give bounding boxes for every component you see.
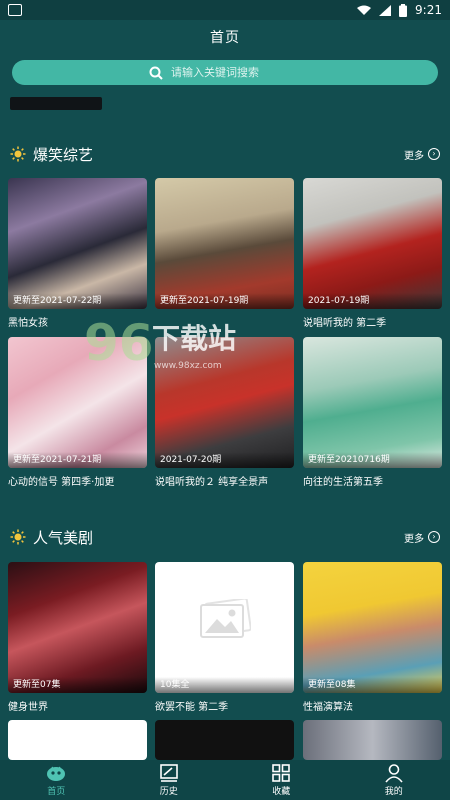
video-card[interactable]: 更新至2021-07-22期 黑怕女孩	[8, 178, 147, 329]
video-thumbnail	[303, 720, 442, 760]
video-thumbnail: 更新至07集	[8, 562, 147, 693]
episode-badge: 更新至08集	[303, 677, 442, 693]
history-icon	[159, 764, 178, 782]
video-thumbnail: 更新至2021-07-19期	[155, 178, 294, 309]
episode-badge: 更新至2021-07-19期	[155, 293, 294, 309]
banner-image[interactable]	[10, 97, 102, 110]
section-header-us-drama: 人气美剧 更多 ›	[0, 524, 450, 550]
status-bar: 9:21	[0, 0, 450, 20]
video-title: 说唱听我的 第二季	[303, 318, 387, 329]
video-card[interactable]: 更新至08集 性福演算法	[303, 562, 442, 713]
search-bar[interactable]	[12, 60, 438, 85]
chevron-right-icon: ›	[428, 148, 440, 160]
video-card[interactable]	[303, 720, 442, 760]
video-title: 性福演算法	[303, 702, 353, 713]
search-icon	[149, 66, 163, 80]
video-thumbnail: 更新至2021-07-21期	[8, 337, 147, 468]
status-time: 9:21	[415, 3, 442, 17]
video-card[interactable]: 更新至2021-07-21期 心动的信号 第四季·加更	[8, 337, 147, 488]
profile-icon	[385, 764, 403, 783]
video-thumbnail: 2021-07-20期	[155, 337, 294, 468]
episode-badge: 更新至07集	[8, 677, 147, 693]
video-card[interactable]: 更新至07集 健身世界	[8, 562, 147, 713]
video-card[interactable]: 2021-07-20期 说唱听我的２ 纯享全景声	[155, 337, 294, 488]
video-thumbnail: 更新至08集	[303, 562, 442, 693]
battery-icon	[399, 3, 408, 17]
page-title: 首页	[210, 30, 240, 46]
video-card[interactable]: 更新至2021-07-19期	[155, 178, 294, 314]
more-button[interactable]: 更多 ›	[404, 530, 440, 545]
video-card[interactable]: 更新至20210716期 向往的生活第五季	[303, 337, 442, 488]
app-notification-icon	[8, 4, 22, 16]
more-label: 更多	[404, 533, 424, 545]
more-button[interactable]: 更多 ›	[404, 147, 440, 162]
episode-badge: 更新至20210716期	[303, 452, 442, 468]
video-card[interactable]	[155, 720, 294, 760]
search-input[interactable]	[171, 66, 301, 79]
tab-home[interactable]: 首页	[0, 760, 113, 800]
video-card[interactable]: 10集全 欲罢不能 第二季	[155, 562, 294, 713]
tab-profile[interactable]: 我的	[338, 760, 450, 800]
video-card[interactable]	[8, 720, 147, 760]
video-title: 说唱听我的２ 纯享全景声	[155, 477, 269, 488]
tab-history[interactable]: 历史	[113, 760, 226, 800]
tab-label: 我的	[384, 787, 403, 797]
episode-badge: 2021-07-20期	[155, 452, 294, 468]
episode-badge: 更新至2021-07-22期	[8, 293, 147, 309]
video-title: 心动的信号 第四季·加更	[8, 477, 115, 488]
video-thumbnail	[155, 720, 294, 760]
section-title: 人气美剧	[33, 528, 94, 547]
video-thumbnail	[8, 720, 147, 760]
sun-icon	[10, 529, 26, 545]
signal-icon	[379, 4, 392, 16]
video-thumbnail: 更新至20210716期	[303, 337, 442, 468]
episode-badge: 2021-07-19期	[303, 293, 442, 309]
video-title: 向往的生活第五季	[303, 477, 383, 488]
favorites-icon	[272, 764, 291, 782]
tab-label: 历史	[159, 787, 178, 797]
tab-favorites[interactable]: 收藏	[225, 760, 338, 800]
tab-label: 首页	[47, 787, 66, 797]
more-label: 更多	[404, 150, 424, 162]
video-thumbnail: 10集全	[155, 562, 294, 693]
wifi-icon	[357, 5, 372, 15]
episode-badge: 10集全	[155, 677, 294, 693]
video-card[interactable]: 2021-07-19期 说唱听我的 第二季	[303, 178, 442, 329]
section-header-variety: 爆笑综艺 更多 ›	[0, 141, 450, 167]
video-thumbnail: 2021-07-19期	[303, 178, 442, 309]
tab-label: 收藏	[272, 787, 291, 797]
chevron-right-icon: ›	[428, 531, 440, 543]
sun-icon	[10, 146, 26, 162]
section-title: 爆笑综艺	[33, 145, 94, 164]
video-thumbnail: 更新至2021-07-22期	[8, 178, 147, 309]
video-title: 健身世界	[8, 702, 48, 713]
image-placeholder-icon	[200, 599, 251, 638]
bottom-tab-bar: 首页 历史 收藏 我的	[0, 760, 450, 800]
video-title: 欲罢不能 第二季	[155, 702, 229, 713]
episode-badge: 更新至2021-07-21期	[8, 452, 147, 468]
video-title: 黑怕女孩	[8, 318, 48, 329]
home-icon	[47, 766, 66, 781]
